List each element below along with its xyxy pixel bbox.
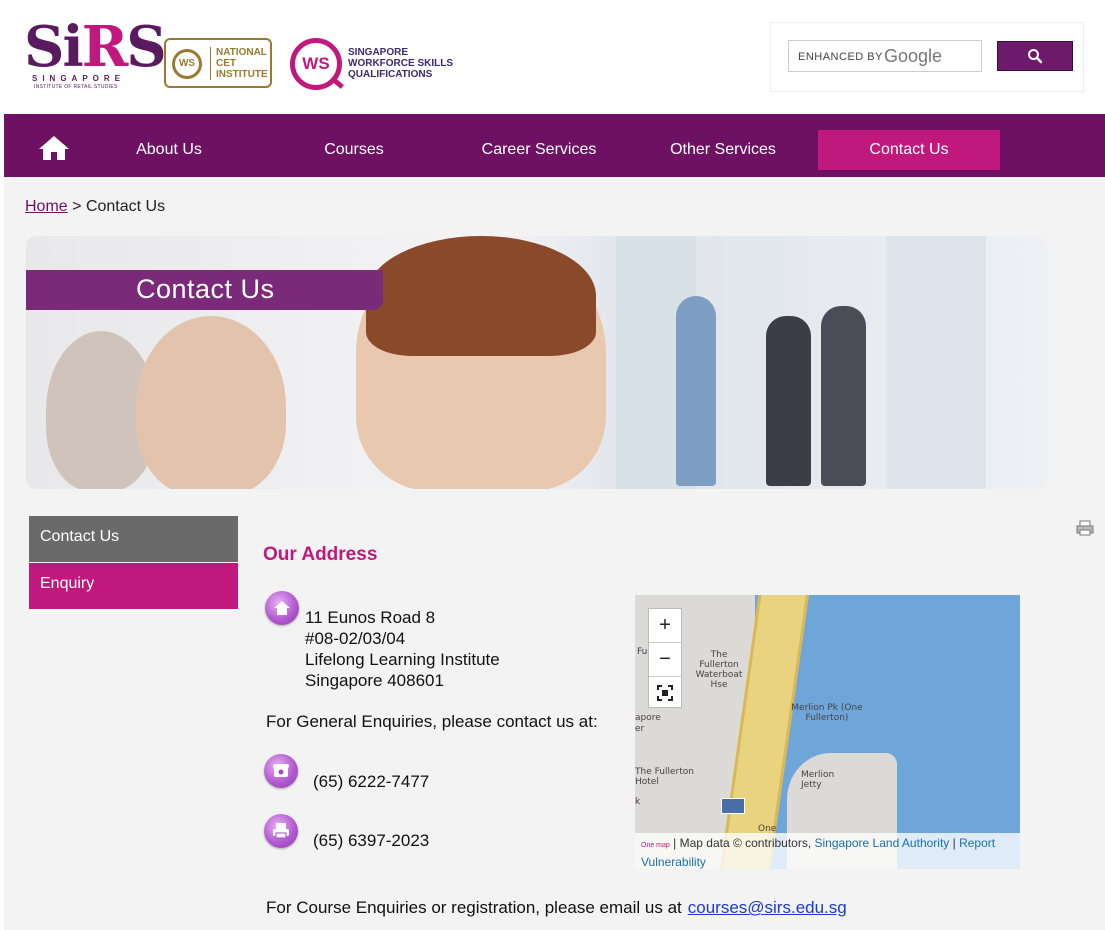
attribution-text: | Map data © contributors, <box>673 836 812 850</box>
google-logo: Google <box>884 46 943 66</box>
sidebar-item-enquiry[interactable]: Enquiry <box>29 563 238 609</box>
map-label: Fu <box>637 647 648 657</box>
map-marker-icon <box>721 798 745 814</box>
sirs-logo-mark: SiRS <box>24 14 167 80</box>
address-line-2: #08-02/03/04 <box>305 629 406 648</box>
location-map[interactable]: Fu The Fullerton Waterboat Hse apore er … <box>635 595 1020 869</box>
address-line-4: Singapore 408601 <box>305 671 444 690</box>
sirs-logo-sub: SINGAPORE <box>32 74 126 83</box>
phone-icon <box>264 754 298 788</box>
wsq-logo: WS SINGAPORE WORKFORCE SKILLS QUALIFICATIO… <box>290 38 460 92</box>
map-attribution: One map | Map data © contributors, Singa… <box>635 833 1020 869</box>
banner-title-strip: Contact Us <box>26 270 383 310</box>
banner-person-bg <box>821 306 866 486</box>
map-label: The Fullerton Hotel <box>635 767 694 787</box>
search-input[interactable]: ENHANCED BY Google <box>788 40 982 72</box>
zoom-in-button[interactable]: + <box>649 609 681 643</box>
breadcrumb-separator: > <box>72 198 82 215</box>
our-address-heading: Our Address <box>263 544 378 565</box>
address-line-1: 11 Eunos Road 8 <box>305 608 436 627</box>
map-label: Merlion Jetty <box>801 770 835 790</box>
breadcrumb-current: Contact Us <box>85 198 166 215</box>
singapore-land-authority-link[interactable]: Singapore Land Authority <box>815 836 950 850</box>
nav-contact-us[interactable]: Contact Us <box>818 130 1000 170</box>
search-box: ENHANCED BY Google <box>770 22 1084 92</box>
banner-window <box>886 236 986 489</box>
breadcrumb-home-link[interactable]: Home <box>25 198 68 215</box>
national-cet-logo: WS NATIONAL CET INSTITUTE <box>164 38 272 88</box>
banner-person-bg <box>766 316 811 486</box>
search-icon <box>1028 49 1043 64</box>
banner-person <box>136 316 286 489</box>
map-label: Merlion Pk (One Fullerton) <box>791 703 863 723</box>
contact-banner: Contact Us <box>26 236 1048 489</box>
breadcrumb: Home > Contact Us <box>25 198 165 216</box>
map-label: er <box>635 724 645 734</box>
main-nav: About Us Courses Career Services Other S… <box>4 114 1105 177</box>
phone-number[interactable]: (65) 6222-7477 <box>313 772 429 792</box>
vulnerability-link[interactable]: Vulnerability <box>641 855 706 869</box>
attribution-separator: | <box>952 836 956 850</box>
sirs-logo-sub2: INSTITUTE OF RETAIL STUDIES <box>34 84 118 90</box>
cet-ws-mark: WS <box>172 49 202 79</box>
fullscreen-icon <box>657 685 673 701</box>
home-icon[interactable] <box>37 134 71 162</box>
general-enquiries-text: For General Enquiries, please contact us… <box>266 712 598 731</box>
banner-hair <box>366 236 596 356</box>
course-enquiries-text: For Course Enquiries or registration, pl… <box>266 898 847 918</box>
map-label: The Fullerton Waterboat Hse <box>695 650 743 690</box>
search-enhanced-label: ENHANCED BY <box>798 51 883 63</box>
nav-about-us[interactable]: About Us <box>78 130 260 170</box>
banner-person-bg <box>676 296 716 486</box>
nav-other-services[interactable]: Other Services <box>632 130 814 170</box>
cet-logo-text: NATIONAL CET INSTITUTE <box>210 47 268 80</box>
fax-icon <box>264 814 298 848</box>
site-header: SiRS SINGAPORE INSTITUTE OF RETAIL STUDI… <box>4 0 1105 114</box>
nav-career-services[interactable]: Career Services <box>448 130 630 170</box>
wsq-logo-text: SINGAPORE WORKFORCE SKILLS QUALIFICATIONS <box>348 47 453 80</box>
fullscreen-button[interactable] <box>649 677 681 710</box>
search-button[interactable] <box>997 41 1073 71</box>
zoom-out-button[interactable]: − <box>649 643 681 677</box>
nav-courses[interactable]: Courses <box>263 130 445 170</box>
sirs-logo[interactable]: SiRS SINGAPORE INSTITUTE OF RETAIL STUDI… <box>24 14 167 92</box>
sidebar-item-contact-us[interactable]: Contact Us <box>29 516 238 562</box>
email-link[interactable]: courses@sirs.edu.sg <box>688 898 847 917</box>
map-zoom-controls: + − <box>648 608 682 708</box>
course-enquiries-label: For Course Enquiries or registration, pl… <box>266 898 682 917</box>
map-label: apore <box>635 713 661 723</box>
address-line-3: Lifelong Learning Institute <box>305 650 500 669</box>
map-label: k <box>635 797 641 807</box>
banner-title: Contact Us <box>136 274 275 304</box>
fax-number: (65) 6397-2023 <box>313 831 430 850</box>
print-icon[interactable] <box>1076 520 1094 536</box>
home-address-icon <box>265 591 299 625</box>
report-link[interactable]: Report <box>959 836 995 850</box>
onemap-logo: One map <box>641 842 670 849</box>
